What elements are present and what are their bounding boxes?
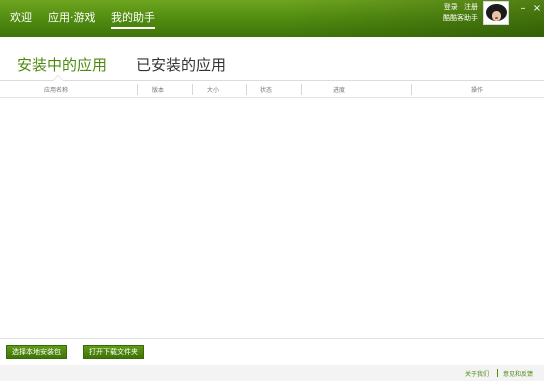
status-bar: 关于我们 意见和反馈 [0, 365, 544, 381]
table-header: 应用名称 版本 大小 状态 进度 操作 [0, 82, 544, 98]
column-app-name: 应用名称 [44, 87, 69, 94]
minimize-button[interactable]: – [518, 4, 528, 14]
column-separator [301, 84, 302, 95]
column-progress: 进度 [333, 87, 346, 94]
column-separator [137, 84, 138, 95]
column-separator [192, 84, 193, 95]
about-us-link[interactable]: 关于我们 [465, 369, 489, 378]
account-panel: 登录 注册 酷酷客助手 [440, 2, 478, 24]
column-separator [411, 84, 412, 95]
column-version: 版本 [152, 87, 165, 94]
nav-item-welcome[interactable]: 欢迎 [10, 9, 32, 25]
feedback-link[interactable]: 意见和反馈 [503, 369, 533, 378]
close-button[interactable]: × [532, 4, 542, 14]
avatar-face [492, 11, 501, 21]
account-links: 登录 注册 [440, 2, 478, 13]
tab-installed[interactable]: 已安装的应用 [136, 54, 226, 75]
app-tabs: 安装中的应用 已安装的应用 [0, 52, 544, 80]
column-status: 状态 [260, 87, 273, 94]
column-separator [246, 84, 247, 95]
tab-installing[interactable]: 安装中的应用 [17, 54, 107, 75]
status-separator [497, 369, 498, 377]
register-link[interactable]: 注册 [464, 3, 478, 11]
account-nickname: 酷酷客助手 [443, 14, 478, 22]
installing-app-list[interactable] [0, 98, 544, 338]
nav-item-my-assistant[interactable]: 我的助手 [111, 9, 155, 29]
column-size: 大小 [207, 87, 220, 94]
install-local-package-button[interactable]: 选择本地安装包 [6, 345, 67, 359]
top-bar: 欢迎 应用·游戏 我的助手 登录 注册 酷酷客助手 – × [0, 0, 544, 37]
avatar-mouth [495, 17, 498, 19]
nav-item-apps-games[interactable]: 应用·游戏 [48, 9, 96, 25]
tab-divider [0, 80, 544, 81]
column-actions: 操作 [471, 87, 484, 94]
active-tab-caret [52, 75, 64, 81]
open-download-folder-button[interactable]: 打开下载文件夹 [83, 345, 144, 359]
login-link[interactable]: 登录 [444, 3, 458, 11]
avatar[interactable] [483, 1, 509, 25]
